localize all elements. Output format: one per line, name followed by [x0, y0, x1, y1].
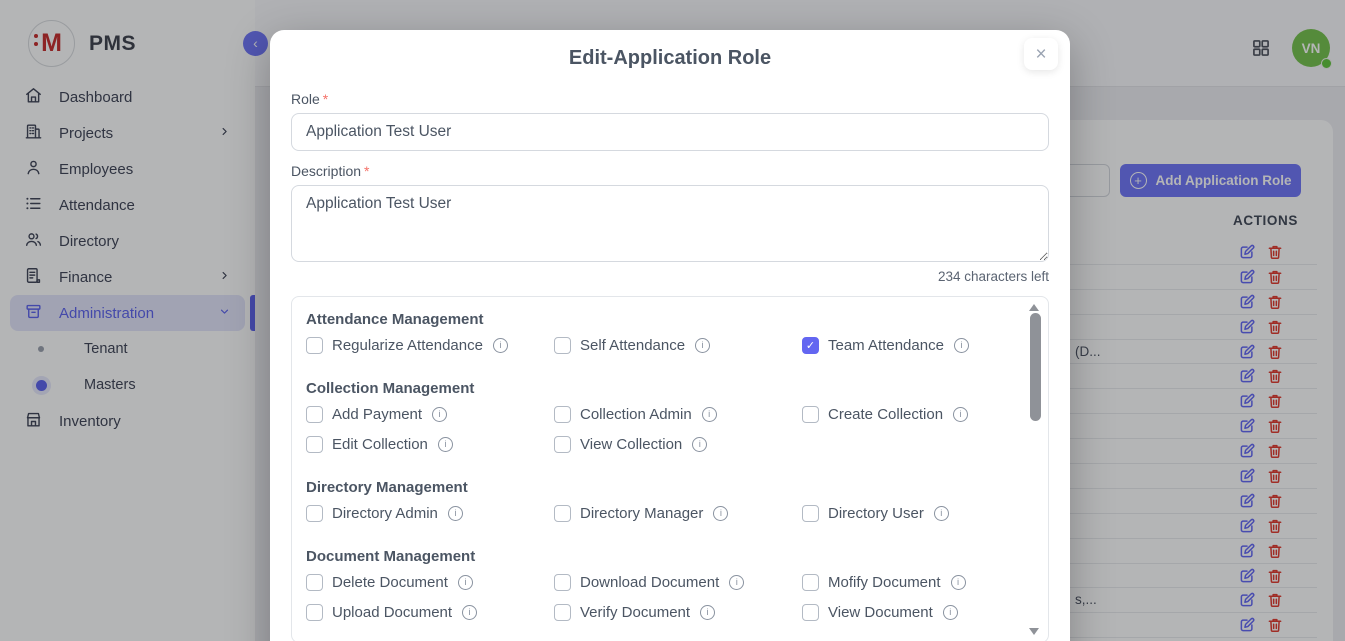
permission-section-title: Collection Management: [306, 380, 1018, 397]
checkbox-unchecked[interactable]: [802, 505, 819, 522]
scrollbar-thumb[interactable]: [1030, 313, 1041, 421]
permission-checkbox-item[interactable]: Upload Document i: [306, 601, 554, 623]
info-icon: i: [493, 338, 508, 353]
info-icon: i: [700, 605, 715, 620]
scrollbar-down-arrow-icon[interactable]: [1029, 628, 1039, 635]
permission-grid: Add PaymentiCollection AdminiCreate Coll…: [306, 403, 1018, 455]
permission-label: Create Collection: [828, 406, 943, 423]
permission-checkbox-item[interactable]: Directory User i: [802, 502, 1049, 524]
permission-label: View Collection: [580, 436, 682, 453]
permission-checkbox-item[interactable]: Self Attendance i: [554, 334, 802, 356]
permission-grid: Directory AdminiDirectory ManageriDirect…: [306, 502, 1018, 524]
checkbox-unchecked[interactable]: [554, 574, 571, 591]
permission-label: Delete Document: [332, 574, 448, 591]
checkbox-unchecked[interactable]: [306, 337, 323, 354]
info-icon: i: [438, 437, 453, 452]
checkbox-unchecked[interactable]: [554, 505, 571, 522]
permission-checkbox-item[interactable]: Mofify Document i: [802, 571, 1049, 593]
permission-label: Verify Document: [580, 604, 690, 621]
permission-label: Directory Manager: [580, 505, 703, 522]
info-icon: i: [695, 338, 710, 353]
info-icon: i: [692, 437, 707, 452]
permission-sections: Attendance Management Regularize Attendan…: [306, 311, 1018, 623]
permission-label: Collection Admin: [580, 406, 692, 423]
permission-label: Directory User: [828, 505, 924, 522]
checkbox-unchecked[interactable]: [802, 406, 819, 423]
permission-section-title: Directory Management: [306, 479, 1018, 496]
permission-label: Download Document: [580, 574, 719, 591]
description-textarea[interactable]: Application Test User: [291, 185, 1049, 262]
permission-checkbox-item[interactable]: Create Collection i: [802, 403, 1049, 425]
required-asterisk: *: [364, 163, 369, 179]
info-icon: i: [943, 605, 958, 620]
info-icon: i: [448, 506, 463, 521]
info-icon: i: [951, 575, 966, 590]
permission-checkbox-item[interactable]: Delete Document i: [306, 571, 554, 593]
info-icon: i: [954, 338, 969, 353]
permission-checkbox-item[interactable]: Regularize Attendance i: [306, 334, 554, 356]
permissions-scroll-area[interactable]: Attendance Management Regularize Attendan…: [291, 296, 1049, 641]
characters-left-counter: 234 characters left: [291, 269, 1049, 284]
permission-checkbox-item[interactable]: View Collection i: [554, 433, 802, 455]
checkbox-unchecked[interactable]: [306, 505, 323, 522]
checkbox-unchecked[interactable]: [554, 436, 571, 453]
required-asterisk: *: [323, 91, 328, 107]
checkbox-unchecked[interactable]: [554, 406, 571, 423]
permission-label: Directory Admin: [332, 505, 438, 522]
permission-section-title: Document Management: [306, 548, 1018, 565]
checkbox-unchecked[interactable]: [306, 436, 323, 453]
info-icon: i: [953, 407, 968, 422]
permission-label: Upload Document: [332, 604, 452, 621]
permission-label: Add Payment: [332, 406, 422, 423]
scrollbar-up-arrow-icon[interactable]: [1029, 304, 1039, 311]
checkbox-unchecked[interactable]: [802, 604, 819, 621]
app-root: M PMS DashboardProjectsEmployeesAttendan…: [0, 0, 1345, 641]
checkbox-unchecked[interactable]: [306, 604, 323, 621]
permission-grid: Delete DocumentiDownload DocumentiMofify…: [306, 571, 1018, 623]
permission-section-title: Attendance Management: [306, 311, 1018, 328]
info-icon: i: [729, 575, 744, 590]
role-label: Role*: [291, 91, 1049, 107]
permission-checkbox-item[interactable]: Directory Manager i: [554, 502, 802, 524]
role-input[interactable]: [291, 113, 1049, 151]
permission-label: Self Attendance: [580, 337, 685, 354]
info-icon: i: [702, 407, 717, 422]
checkbox-unchecked[interactable]: [554, 337, 571, 354]
info-icon: i: [432, 407, 447, 422]
permission-checkbox-item[interactable]: Download Document i: [554, 571, 802, 593]
permission-grid: Regularize Attendance i Self Attendance i ✓ T…: [306, 334, 1018, 356]
permission-label: Mofify Document: [828, 574, 941, 591]
close-icon[interactable]: ×: [1024, 38, 1058, 70]
checkbox-unchecked[interactable]: [306, 406, 323, 423]
permission-checkbox-item[interactable]: Collection Admin i: [554, 403, 802, 425]
permission-label: Team Attendance: [828, 337, 944, 354]
permission-checkbox-item[interactable]: ✓ Team Attendance i: [802, 334, 1049, 356]
permission-checkbox-item[interactable]: Edit Collection i: [306, 433, 554, 455]
permission-checkbox-item[interactable]: Directory Admin i: [306, 502, 554, 524]
checkbox-unchecked[interactable]: [802, 574, 819, 591]
info-icon: i: [458, 575, 473, 590]
info-icon: i: [713, 506, 728, 521]
checkbox-unchecked[interactable]: [306, 574, 323, 591]
permission-checkbox-item[interactable]: Verify Document i: [554, 601, 802, 623]
edit-application-role-modal: × Edit-Application Role Role* Descriptio…: [270, 30, 1070, 641]
info-icon: i: [462, 605, 477, 620]
description-label: Description*: [291, 163, 1049, 179]
info-icon: i: [934, 506, 949, 521]
modal-title: Edit-Application Role: [291, 47, 1049, 70]
permission-label: Edit Collection: [332, 436, 428, 453]
permission-label: Regularize Attendance: [332, 337, 483, 354]
checkbox-checked[interactable]: ✓: [802, 337, 819, 354]
checkbox-unchecked[interactable]: [554, 604, 571, 621]
permission-checkbox-item[interactable]: View Document i: [802, 601, 1049, 623]
permission-label: View Document: [828, 604, 933, 621]
permission-checkbox-item[interactable]: Add Payment i: [306, 403, 554, 425]
